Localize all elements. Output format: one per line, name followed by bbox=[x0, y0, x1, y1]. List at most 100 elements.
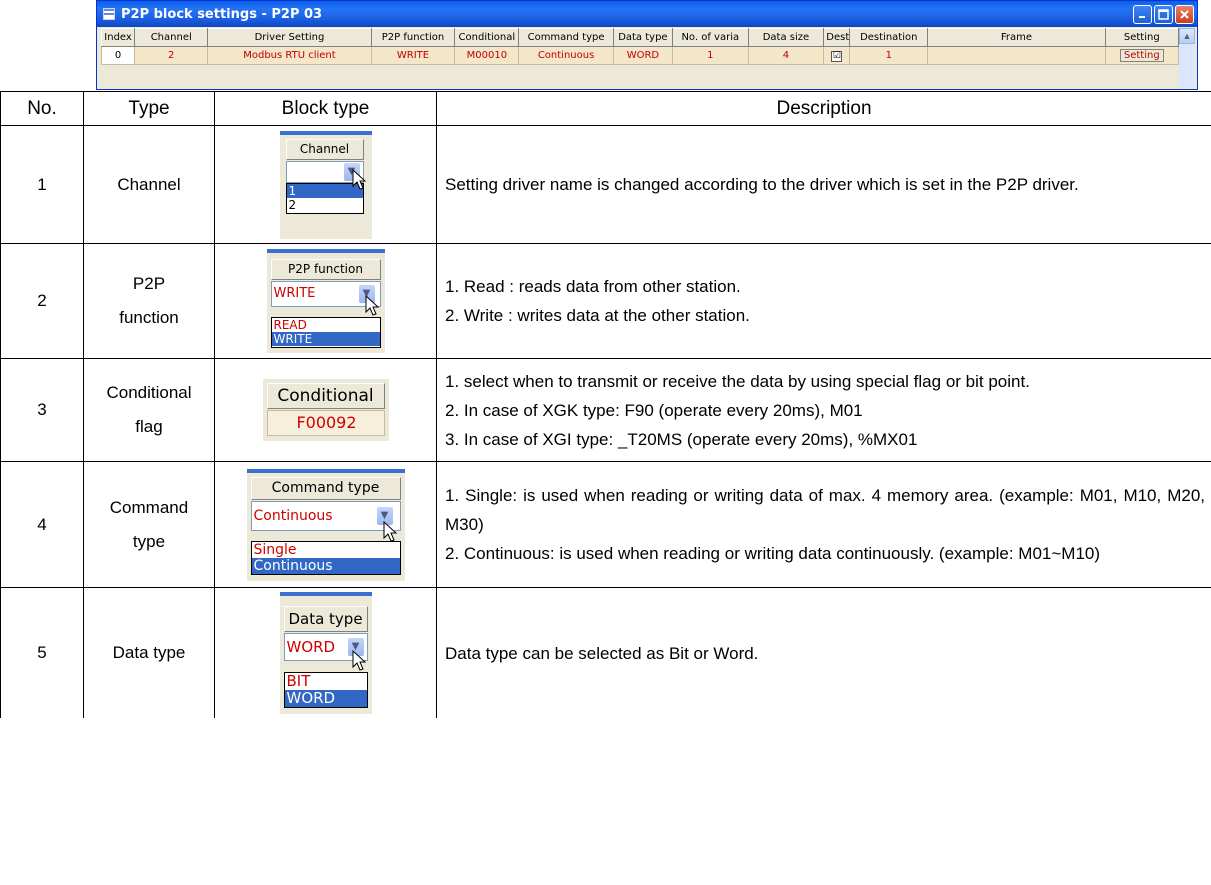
maximize-icon bbox=[1158, 8, 1169, 20]
description-line: 1. Single: is used when reading or writi… bbox=[445, 486, 1205, 534]
row-block-type: P2P function WRITE ▼ READ WRITE bbox=[214, 243, 437, 359]
command-type-dropdown-list[interactable]: Single Continuous bbox=[250, 540, 401, 575]
cell-frame[interactable] bbox=[927, 46, 1106, 65]
conditional-value[interactable]: F00092 bbox=[266, 410, 385, 436]
cell-command-type[interactable]: Continuous bbox=[518, 46, 614, 65]
col-index-header[interactable]: Index bbox=[100, 28, 136, 47]
list-item[interactable]: Single bbox=[252, 542, 400, 558]
description-line: Data type can be selected as Bit or Word… bbox=[445, 643, 759, 663]
grid-vertical-scrollbar[interactable]: ▲ bbox=[1179, 28, 1195, 88]
col-data-type-header[interactable]: Data type bbox=[612, 28, 673, 47]
row-block-type: Data type WORD ▼ BIT WORD bbox=[214, 587, 437, 718]
conditional-widget-image: Conditional F00092 bbox=[262, 379, 389, 441]
col-channel-header[interactable]: Channel bbox=[134, 28, 209, 47]
maximize-button[interactable] bbox=[1154, 4, 1173, 24]
header-block-type: Block type bbox=[214, 91, 437, 126]
header-no: No. bbox=[0, 91, 84, 126]
cell-data-type[interactable]: WORD bbox=[612, 46, 673, 65]
row-number: 5 bbox=[0, 587, 84, 718]
col-data-size-header[interactable]: Data size bbox=[747, 28, 825, 47]
col-setting-header[interactable]: Setting bbox=[1104, 28, 1180, 47]
cell-desti[interactable]: ☑ bbox=[823, 46, 851, 65]
p2p-function-dropdown-list[interactable]: READ WRITE bbox=[270, 317, 381, 348]
conditional-header: Conditional bbox=[266, 383, 385, 409]
table-header-row: No. Type Block type Description bbox=[0, 91, 1211, 126]
channel-widget-image: Channel ▼ 1 2 bbox=[279, 130, 372, 239]
window-title: P2P block settings - P2P 03 bbox=[121, 6, 323, 22]
row-type: Data type bbox=[83, 587, 215, 718]
cell-index[interactable]: 0 bbox=[100, 46, 136, 65]
data-type-widget-image: Data type WORD ▼ BIT WORD bbox=[279, 592, 372, 714]
cell-setting[interactable]: Setting bbox=[1104, 46, 1180, 65]
minimize-button[interactable] bbox=[1133, 4, 1152, 24]
cell-destination[interactable]: 1 bbox=[849, 46, 929, 65]
window-app-icon bbox=[103, 8, 115, 20]
row-number: 3 bbox=[0, 358, 84, 462]
table-row: 5 Data type Data type WORD ▼ BIT WORD Da… bbox=[0, 587, 1211, 718]
window-titlebar[interactable]: P2P block settings - P2P 03 bbox=[97, 1, 1197, 27]
row-block-type: Command type Continuous ▼ Single Continu… bbox=[214, 461, 437, 588]
description-line: 2. In case of XGK type: F90 (operate eve… bbox=[445, 400, 863, 420]
cell-channel[interactable]: 2 bbox=[134, 46, 209, 65]
col-conditional-header[interactable]: Conditional bbox=[454, 28, 520, 47]
command-type-widget-image: Command type Continuous ▼ Single Continu… bbox=[246, 468, 405, 581]
list-item[interactable]: READ bbox=[272, 318, 380, 332]
block-settings-table: No. Type Block type Description 1 Channe… bbox=[0, 91, 1211, 718]
table-row: 1 Channel Channel ▼ 1 2 Setting driver n… bbox=[0, 125, 1211, 244]
row-type-line: Conditional bbox=[106, 383, 192, 402]
col-destination-header[interactable]: Destination bbox=[849, 28, 929, 47]
cell-p2p-function[interactable]: WRITE bbox=[370, 46, 456, 65]
row-type-line: function bbox=[119, 308, 179, 327]
list-item[interactable]: WORD bbox=[284, 690, 367, 707]
row-number: 2 bbox=[0, 243, 84, 359]
col-command-type-header[interactable]: Command type bbox=[518, 28, 614, 47]
close-button[interactable] bbox=[1175, 4, 1194, 24]
command-type-header: Command type bbox=[250, 476, 401, 500]
p2p-function-widget-image: P2P function WRITE ▼ READ WRITE bbox=[266, 249, 385, 353]
description-line: 1. select when to transmit or receive th… bbox=[445, 371, 1030, 391]
cell-data-size[interactable]: 4 bbox=[747, 46, 825, 65]
close-icon bbox=[1180, 9, 1189, 19]
data-type-dropdown-list[interactable]: BIT WORD bbox=[283, 672, 368, 708]
row-type: P2P function bbox=[83, 243, 215, 359]
col-frame-header[interactable]: Frame bbox=[927, 28, 1106, 47]
row-block-type: Channel ▼ 1 2 bbox=[214, 125, 437, 244]
cell-no-of-variables[interactable]: 1 bbox=[671, 46, 749, 65]
list-item[interactable]: 2 bbox=[287, 198, 363, 212]
list-item[interactable]: WRITE bbox=[271, 332, 380, 346]
col-driver-setting-header[interactable]: Driver Setting bbox=[207, 28, 372, 47]
list-item[interactable]: BIT bbox=[285, 673, 367, 690]
list-item[interactable]: Continuous bbox=[251, 557, 400, 574]
row-number: 1 bbox=[0, 125, 84, 244]
row-description: Setting driver name is changed according… bbox=[436, 125, 1211, 244]
row-type-line: flag bbox=[135, 417, 163, 436]
row-type-line: Channel bbox=[117, 174, 181, 194]
description-line: Setting driver name is changed according… bbox=[445, 175, 1079, 194]
data-type-header: Data type bbox=[283, 606, 368, 632]
row-type: Command type bbox=[83, 461, 215, 588]
channel-header: Channel bbox=[285, 138, 364, 160]
cell-driver-setting[interactable]: Modbus RTU client bbox=[207, 46, 372, 65]
p2p-block-settings-window: P2P block settings - P2P 03 Index Channe… bbox=[96, 0, 1198, 90]
table-row: 2 P2P function P2P function WRITE ▼ READ… bbox=[0, 243, 1211, 359]
row-block-type: Conditional F00092 bbox=[214, 358, 437, 462]
row-type-line: Data type bbox=[112, 643, 186, 662]
description-line: 2. Continuous: is used when reading or w… bbox=[445, 544, 1101, 563]
setting-button[interactable]: Setting bbox=[1119, 49, 1164, 62]
col-no-of-variables-header[interactable]: No. of varia bbox=[671, 28, 749, 47]
row-description: Data type can be selected as Bit or Word… bbox=[436, 587, 1211, 718]
col-p2p-function-header[interactable]: P2P function bbox=[370, 28, 456, 47]
description-line: 3. In case of XGI type: _T20MS (operate … bbox=[445, 429, 918, 449]
desti-checkbox[interactable]: ☑ bbox=[831, 50, 843, 62]
p2p-function-header: P2P function bbox=[270, 259, 381, 280]
col-desti-header[interactable]: Desti bbox=[823, 28, 851, 47]
description-line: 1. Read : reads data from other station. bbox=[445, 277, 741, 296]
scroll-up-icon[interactable]: ▲ bbox=[1179, 28, 1195, 44]
table-row[interactable]: 0 2 Modbus RTU client WRITE M00010 Conti… bbox=[100, 46, 1180, 65]
header-type: Type bbox=[83, 91, 215, 126]
row-type: Conditional flag bbox=[83, 358, 215, 462]
row-type-line: Command bbox=[109, 497, 189, 517]
cell-conditional[interactable]: M00010 bbox=[454, 46, 520, 65]
row-type: Channel bbox=[83, 125, 215, 244]
header-description: Description bbox=[436, 91, 1211, 126]
